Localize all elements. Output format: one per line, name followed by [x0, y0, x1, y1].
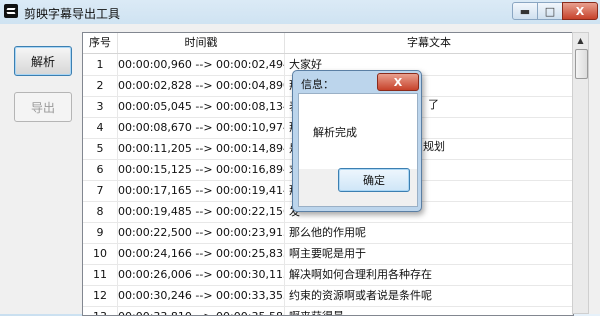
header-subtitle-text[interactable]: 字幕文本 [285, 33, 573, 53]
cell-index: 3 [83, 96, 118, 117]
cell-index: 10 [83, 243, 118, 264]
cell-index: 2 [83, 75, 118, 96]
header-timestamp[interactable]: 时间戳 [118, 33, 285, 53]
dialog-close-button[interactable]: X [377, 73, 419, 91]
dialog-title: 信息： [301, 78, 334, 91]
cell-index: 9 [83, 222, 118, 243]
maximize-icon: □ [544, 4, 556, 18]
cell-timestamp: 00:00:24,166 --> 00:00:25,833 [118, 243, 285, 264]
table-row[interactable]: 11 00:00:26,006 --> 00:00:30,113 解决啊如何合理利用… [83, 264, 573, 286]
cell-index: 12 [83, 285, 118, 306]
cell-subtitle-text: 啊主要呢是用于 [285, 243, 573, 264]
table-row[interactable]: 10 00:00:24,166 --> 00:00:25,833 啊主要呢是用于 [83, 243, 573, 265]
dialog-message: 解析完成 [313, 126, 357, 139]
cell-timestamp: 00:00:33,810 --> 00:00:35,586 [118, 306, 285, 315]
table-header: 序号 时间戳 字幕文本 [83, 33, 573, 54]
text-fragment: 了 [428, 98, 439, 111]
cell-timestamp: 00:00:11,205 --> 00:00:14,894 [118, 138, 285, 159]
cell-timestamp: 00:00:19,485 --> 00:00:22,156 [118, 201, 285, 222]
header-index[interactable]: 序号 [83, 33, 118, 53]
cell-timestamp: 00:00:26,006 --> 00:00:30,113 [118, 264, 285, 285]
cell-index: 5 [83, 138, 118, 159]
cell-timestamp: 00:00:02,828 --> 00:00:04,890 [118, 75, 285, 96]
cell-timestamp: 00:00:00,960 --> 00:00:02,494 [118, 54, 285, 75]
close-icon: X [575, 4, 585, 18]
cell-timestamp: 00:00:17,165 --> 00:00:19,414 [118, 180, 285, 201]
cell-timestamp: 00:00:05,045 --> 00:00:08,134 [118, 96, 285, 117]
title-bar: 剪映字幕导出工具 ▬ □ X [0, 0, 600, 24]
table-row[interactable]: 9 00:00:22,500 --> 00:00:23,913 那么他的作用呢 [83, 222, 573, 244]
window-title: 剪映字幕导出工具 [24, 7, 121, 21]
export-button[interactable]: 导出 [14, 92, 72, 122]
cell-timestamp: 00:00:08,670 --> 00:00:10,974 [118, 117, 285, 138]
table-row[interactable]: 1300:00:33,810 --> 00:00:35,586啊来获得最 [83, 306, 573, 315]
minimize-button[interactable]: ▬ [512, 2, 538, 20]
cell-index: 8 [83, 201, 118, 222]
info-dialog: 信息： X 解析完成 确定 [292, 70, 422, 212]
cell-subtitle-text: 解决啊如何合理利用各种存在 [285, 264, 573, 285]
cell-index: 1 [83, 54, 118, 75]
cell-timestamp: 00:00:22,500 --> 00:00:23,913 [118, 222, 285, 243]
cell-index: 6 [83, 159, 118, 180]
scroll-thumb[interactable] [575, 49, 588, 79]
close-button[interactable]: X [562, 2, 598, 20]
cell-timestamp: 00:00:30,246 --> 00:00:33,353 [118, 285, 285, 306]
close-icon: X [393, 75, 403, 89]
capcut-app-icon [4, 4, 18, 18]
minimize-icon: ▬ [519, 4, 531, 18]
ok-button[interactable]: 确定 [338, 168, 410, 192]
parse-button[interactable]: 解析 [14, 46, 72, 76]
cell-index: 13 [83, 306, 118, 315]
cell-subtitle-text: 啊来获得最 [285, 306, 573, 315]
cell-index: 11 [83, 264, 118, 285]
dialog-body: 解析完成 [298, 93, 418, 171]
cell-index: 4 [83, 117, 118, 138]
cell-subtitle-text: 那么他的作用呢 [285, 222, 573, 243]
vertical-scrollbar[interactable]: ▲ [572, 32, 589, 314]
scroll-up-arrow-icon[interactable]: ▲ [573, 33, 588, 48]
table-row[interactable]: 12 00:00:30,246 --> 00:00:33,353 约束的资源啊或者说… [83, 285, 573, 307]
maximize-button[interactable]: □ [537, 2, 563, 20]
text-fragment: 规划 [423, 140, 445, 153]
cell-timestamp: 00:00:15,125 --> 00:00:16,894 [118, 159, 285, 180]
cell-subtitle-text: 约束的资源啊或者说是条件呢 [285, 285, 573, 306]
cell-index: 7 [83, 180, 118, 201]
